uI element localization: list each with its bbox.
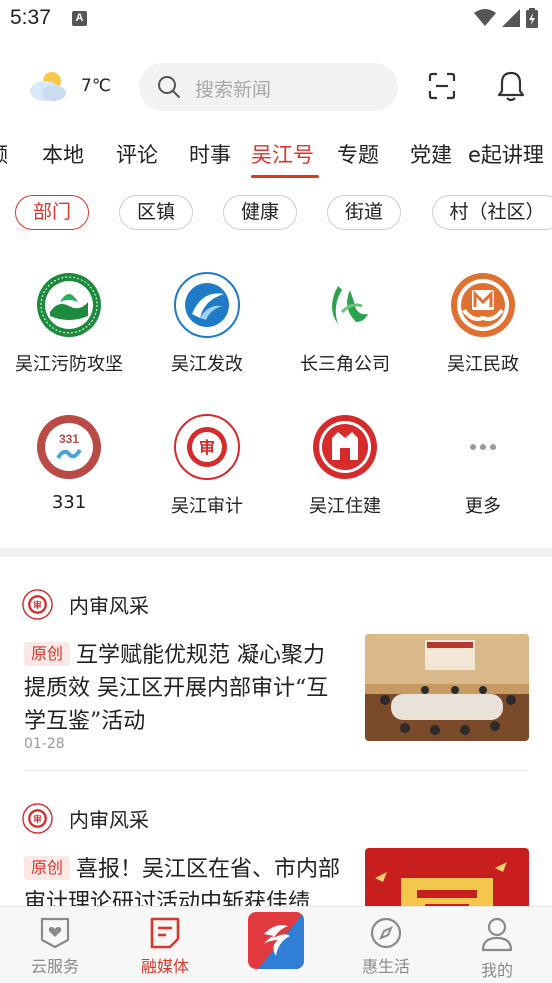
original-badge: 原创	[24, 856, 71, 880]
status-bar: 5:37 A	[0, 0, 552, 38]
user-icon	[481, 917, 513, 952]
nav-life[interactable]: 惠生活	[331, 907, 441, 983]
more-icon	[470, 444, 496, 450]
account-wujiang-civil-affairs[interactable]: 吴江民政	[414, 272, 552, 376]
account-label: 长三角公司	[300, 354, 390, 375]
active-tab-indicator	[251, 175, 319, 178]
account-wujiang-housing[interactable]: 吴江住建	[276, 414, 414, 518]
nav-media[interactable]: 融媒体	[110, 907, 220, 983]
account-wujiang-pollution[interactable]: 吴江污防攻坚	[0, 272, 138, 376]
news-source-name: 内审风采	[69, 593, 149, 618]
account-label: 吴江发改	[171, 354, 243, 375]
battery-icon	[526, 8, 538, 28]
environment-logo-icon	[37, 273, 101, 337]
audit-logo-icon: 审	[22, 588, 53, 620]
account-wujiang-audit[interactable]: 审 吴江审计	[138, 414, 276, 518]
news-date: 01-28	[24, 736, 65, 752]
meeting-photo	[365, 634, 529, 741]
news-source-name: 内审风采	[69, 807, 149, 832]
tab-current-affairs[interactable]: 时事	[189, 138, 231, 178]
nav-cloud-service[interactable]: 云服务	[0, 907, 110, 983]
account-label: 吴江民政	[447, 354, 519, 375]
signal-icon	[502, 9, 520, 27]
chip-village-community[interactable]: 村（社区）	[432, 195, 552, 230]
app-logo-icon	[258, 912, 304, 969]
partly-cloudy-icon[interactable]	[28, 70, 68, 102]
tab-partial[interactable]: 频	[0, 138, 8, 178]
scan-icon[interactable]	[428, 72, 456, 100]
notification-app-icon: A	[72, 11, 87, 26]
bell-icon[interactable]	[497, 70, 525, 102]
temperature: 7℃	[81, 76, 111, 96]
account-label: 331	[51, 492, 87, 513]
channel-tabs: 频 本地 评论 时事 吴江号 专题 党建 e起讲理	[0, 138, 552, 180]
category-chips: 部门 区镇 健康 街道 村（社区）	[0, 195, 552, 231]
wifi-icon	[474, 9, 496, 26]
more-accounts-button[interactable]: 更多	[414, 414, 552, 518]
chip-street[interactable]: 街道	[327, 195, 401, 230]
news-source[interactable]: 审 内审风采	[22, 802, 149, 834]
audit-logo-icon: 审	[174, 414, 240, 480]
news-thumbnail[interactable]	[365, 634, 529, 741]
svg-text:331: 331	[59, 432, 79, 446]
yangtze-logo-icon	[332, 286, 368, 324]
development-logo-icon	[174, 272, 240, 338]
tab-party[interactable]: 党建	[410, 138, 452, 178]
nav-label: 惠生活	[361, 957, 410, 976]
account-label: 更多	[465, 496, 501, 517]
feed-divider	[24, 770, 528, 771]
tab-wujiang-account[interactable]: 吴江号	[251, 138, 314, 178]
account-wujiang-development[interactable]: 吴江发改	[138, 272, 276, 376]
status-icons	[474, 8, 538, 28]
civil-affairs-logo-icon	[451, 273, 515, 337]
news-source[interactable]: 审 内审风采	[22, 588, 149, 620]
top-header: 7℃ 搜索新闻	[0, 60, 552, 116]
document-icon	[150, 917, 180, 949]
search-icon	[158, 76, 180, 98]
compass-icon	[370, 917, 402, 949]
tab-local[interactable]: 本地	[42, 138, 84, 178]
search-input[interactable]: 搜索新闻	[139, 63, 398, 111]
chip-health[interactable]: 健康	[223, 195, 297, 230]
331-logo-icon: 331	[37, 415, 101, 479]
nav-label: 我的	[480, 961, 513, 980]
tab-topics[interactable]: 专题	[337, 138, 379, 178]
account-label: 吴江审计	[171, 496, 243, 517]
svg-text:审: 审	[33, 813, 41, 823]
original-badge: 原创	[24, 642, 71, 666]
svg-text:审: 审	[199, 438, 215, 457]
news-title[interactable]: 原创 互学赋能优规范 凝心聚力提质效 吴江区开展内部审计“互学互鉴”活动	[24, 639, 344, 738]
status-time: 5:37	[10, 6, 51, 29]
account-yangtze-delta-company[interactable]: 长三角公司	[276, 272, 414, 376]
audit-logo-icon: 审	[22, 802, 53, 834]
chip-district-town[interactable]: 区镇	[119, 195, 193, 230]
nav-label: 融媒体	[140, 957, 189, 976]
nav-mine[interactable]: 我的	[442, 907, 552, 983]
heart-shield-icon	[40, 917, 70, 949]
search-placeholder: 搜索新闻	[195, 79, 272, 101]
account-331[interactable]: 331 331	[0, 414, 138, 513]
chip-department[interactable]: 部门	[15, 195, 89, 230]
tab-comment[interactable]: 评论	[116, 138, 158, 178]
housing-logo-icon	[313, 415, 377, 479]
nav-label: 云服务	[30, 957, 79, 976]
center-home-button[interactable]	[248, 912, 304, 969]
section-divider	[0, 548, 552, 557]
account-label: 吴江污防攻坚	[15, 354, 123, 375]
account-label: 吴江住建	[309, 496, 381, 517]
svg-text:审: 审	[33, 599, 41, 609]
tab-e-reasoning[interactable]: e起讲理	[468, 138, 544, 178]
